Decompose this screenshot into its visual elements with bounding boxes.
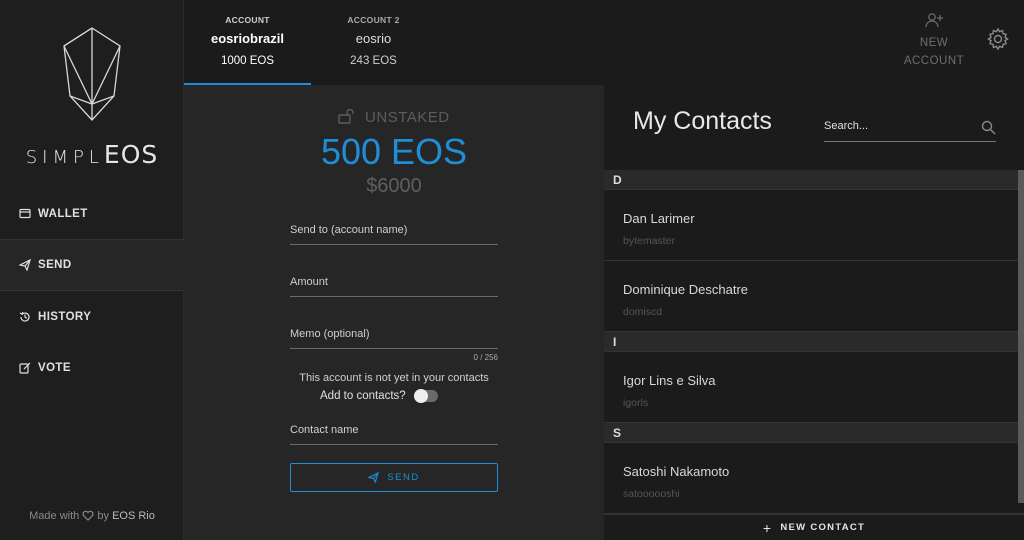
account-bar: ACCOUNT eosriobrazil 1000 EOS ACCOUNT 2 … (184, 0, 1024, 85)
history-icon (18, 310, 32, 324)
send-to-input[interactable] (290, 215, 498, 244)
paper-plane-icon (368, 472, 380, 483)
sidebar-item-vote[interactable]: VOTE (0, 342, 184, 394)
new-account-button[interactable]: NEW ACCOUNT (896, 12, 972, 70)
unstaked-label: UNSTAKED (184, 108, 604, 126)
contact-group-header: I (604, 332, 1024, 352)
sidebar-item-history[interactable]: HISTORY (0, 291, 184, 343)
account-tab-balance: 243 EOS (350, 55, 397, 67)
memo-input[interactable] (290, 319, 498, 348)
send-to-field (290, 215, 498, 245)
account-tab-1[interactable]: ACCOUNT eosriobrazil 1000 EOS (184, 0, 311, 85)
gear-icon (987, 27, 1009, 51)
search-input[interactable] (824, 110, 974, 141)
contact-list: D Dan Larimer bytemaster Dominique Desch… (604, 170, 1024, 514)
unlock-icon (338, 108, 355, 124)
contact-group-header: S (604, 423, 1024, 443)
contact-notice: This account is not yet in your contacts (299, 372, 489, 384)
contact-name: Satoshi Nakamoto (623, 464, 730, 479)
eos-logo-icon (63, 27, 121, 121)
logo-text: SIMPLEOS (0, 140, 184, 169)
new-contact-label: NEW CONTACT (780, 522, 866, 533)
contacts-title: My Contacts (633, 107, 772, 135)
amount-input[interactable] (290, 267, 498, 296)
logo: SIMPLEOS (0, 0, 184, 188)
sidebar-item-label: HISTORY (38, 311, 92, 323)
account-tab-name: eosrio (355, 31, 392, 46)
contact-account: igorls (623, 397, 649, 409)
send-panel: UNSTAKED 500 EOS $6000 0 / 256 This acco… (184, 85, 604, 540)
add-to-contacts-toggle[interactable] (413, 389, 438, 403)
add-to-contacts-row: Add to contacts? (320, 389, 438, 403)
contact-account: domiscd (623, 306, 663, 318)
new-contact-button[interactable]: + NEW CONTACT (604, 514, 1024, 540)
memo-field (290, 319, 498, 349)
contact-account: satoooooshi (623, 488, 680, 500)
add-to-contacts-label: Add to contacts? (320, 390, 406, 402)
sidebar: SIMPLEOS WALLET SEND HISTORY VOTE Made w… (0, 0, 184, 540)
footer: Made with by EOS Rio (0, 510, 184, 522)
footer-made-with: Made with (29, 510, 80, 522)
amount-field (290, 267, 498, 297)
wallet-icon (18, 207, 32, 221)
contact-item[interactable]: Satoshi Nakamoto satoooooshi (604, 443, 1024, 514)
unstaked-text: UNSTAKED (365, 109, 450, 126)
contact-name-input[interactable] (290, 415, 498, 444)
account-tab-label: ACCOUNT (225, 15, 270, 25)
sidebar-item-label: SEND (38, 259, 72, 271)
usd-balance: $6000 (366, 175, 422, 197)
contact-name-field (290, 415, 498, 445)
contact-name: Dominique Deschatre (623, 282, 749, 297)
contact-search (824, 110, 996, 142)
contact-name: Igor Lins e Silva (623, 373, 716, 388)
account-tab-2[interactable]: ACCOUNT 2 eosrio 243 EOS (311, 0, 436, 85)
sidebar-item-label: VOTE (38, 362, 71, 374)
contacts-panel: My Contacts D Dan Larimer bytemaster Dom… (604, 85, 1024, 540)
account-tab-balance: 1000 EOS (220, 55, 275, 67)
footer-by: by (97, 510, 110, 522)
paper-plane-icon (18, 258, 32, 272)
app-window: SIMPLEOS WALLET SEND HISTORY VOTE Made w… (0, 0, 1024, 540)
contact-group-header: D (604, 170, 1024, 190)
edit-icon (18, 361, 32, 375)
account-tab-label: ACCOUNT 2 (347, 15, 400, 25)
sidebar-item-label: WALLET (38, 207, 88, 220)
search-icon[interactable] (981, 120, 996, 135)
sidebar-item-wallet[interactable]: WALLET (0, 188, 184, 240)
heart-icon (82, 510, 94, 521)
new-account-label-2: ACCOUNT (903, 55, 965, 67)
eos-balance: 500 EOS (320, 131, 468, 172)
contact-name: Dan Larimer (623, 211, 695, 226)
memo-counter: 0 / 256 (473, 353, 498, 362)
contact-account: bytemaster (623, 235, 675, 247)
account-tab-name: eosriobrazil (211, 31, 284, 46)
contact-item[interactable]: Dan Larimer bytemaster (604, 190, 1024, 261)
send-button[interactable]: SEND (290, 463, 498, 492)
send-button-label: SEND (387, 472, 420, 483)
new-account-label-1: NEW (919, 37, 949, 49)
contact-item[interactable]: Dominique Deschatre domiscd (604, 261, 1024, 332)
plus-icon: + (762, 519, 773, 536)
logo-text-bold: EOS (103, 140, 159, 169)
add-user-icon (925, 13, 943, 28)
sidebar-item-send[interactable]: SEND (0, 239, 184, 291)
settings-button[interactable] (986, 27, 1010, 56)
contact-list-scrollbar[interactable] (1018, 170, 1024, 503)
footer-org[interactable]: EOS Rio (112, 510, 155, 522)
logo-text-light: SIMPL (25, 147, 104, 168)
contact-item[interactable]: Igor Lins e Silva igorls (604, 352, 1024, 423)
